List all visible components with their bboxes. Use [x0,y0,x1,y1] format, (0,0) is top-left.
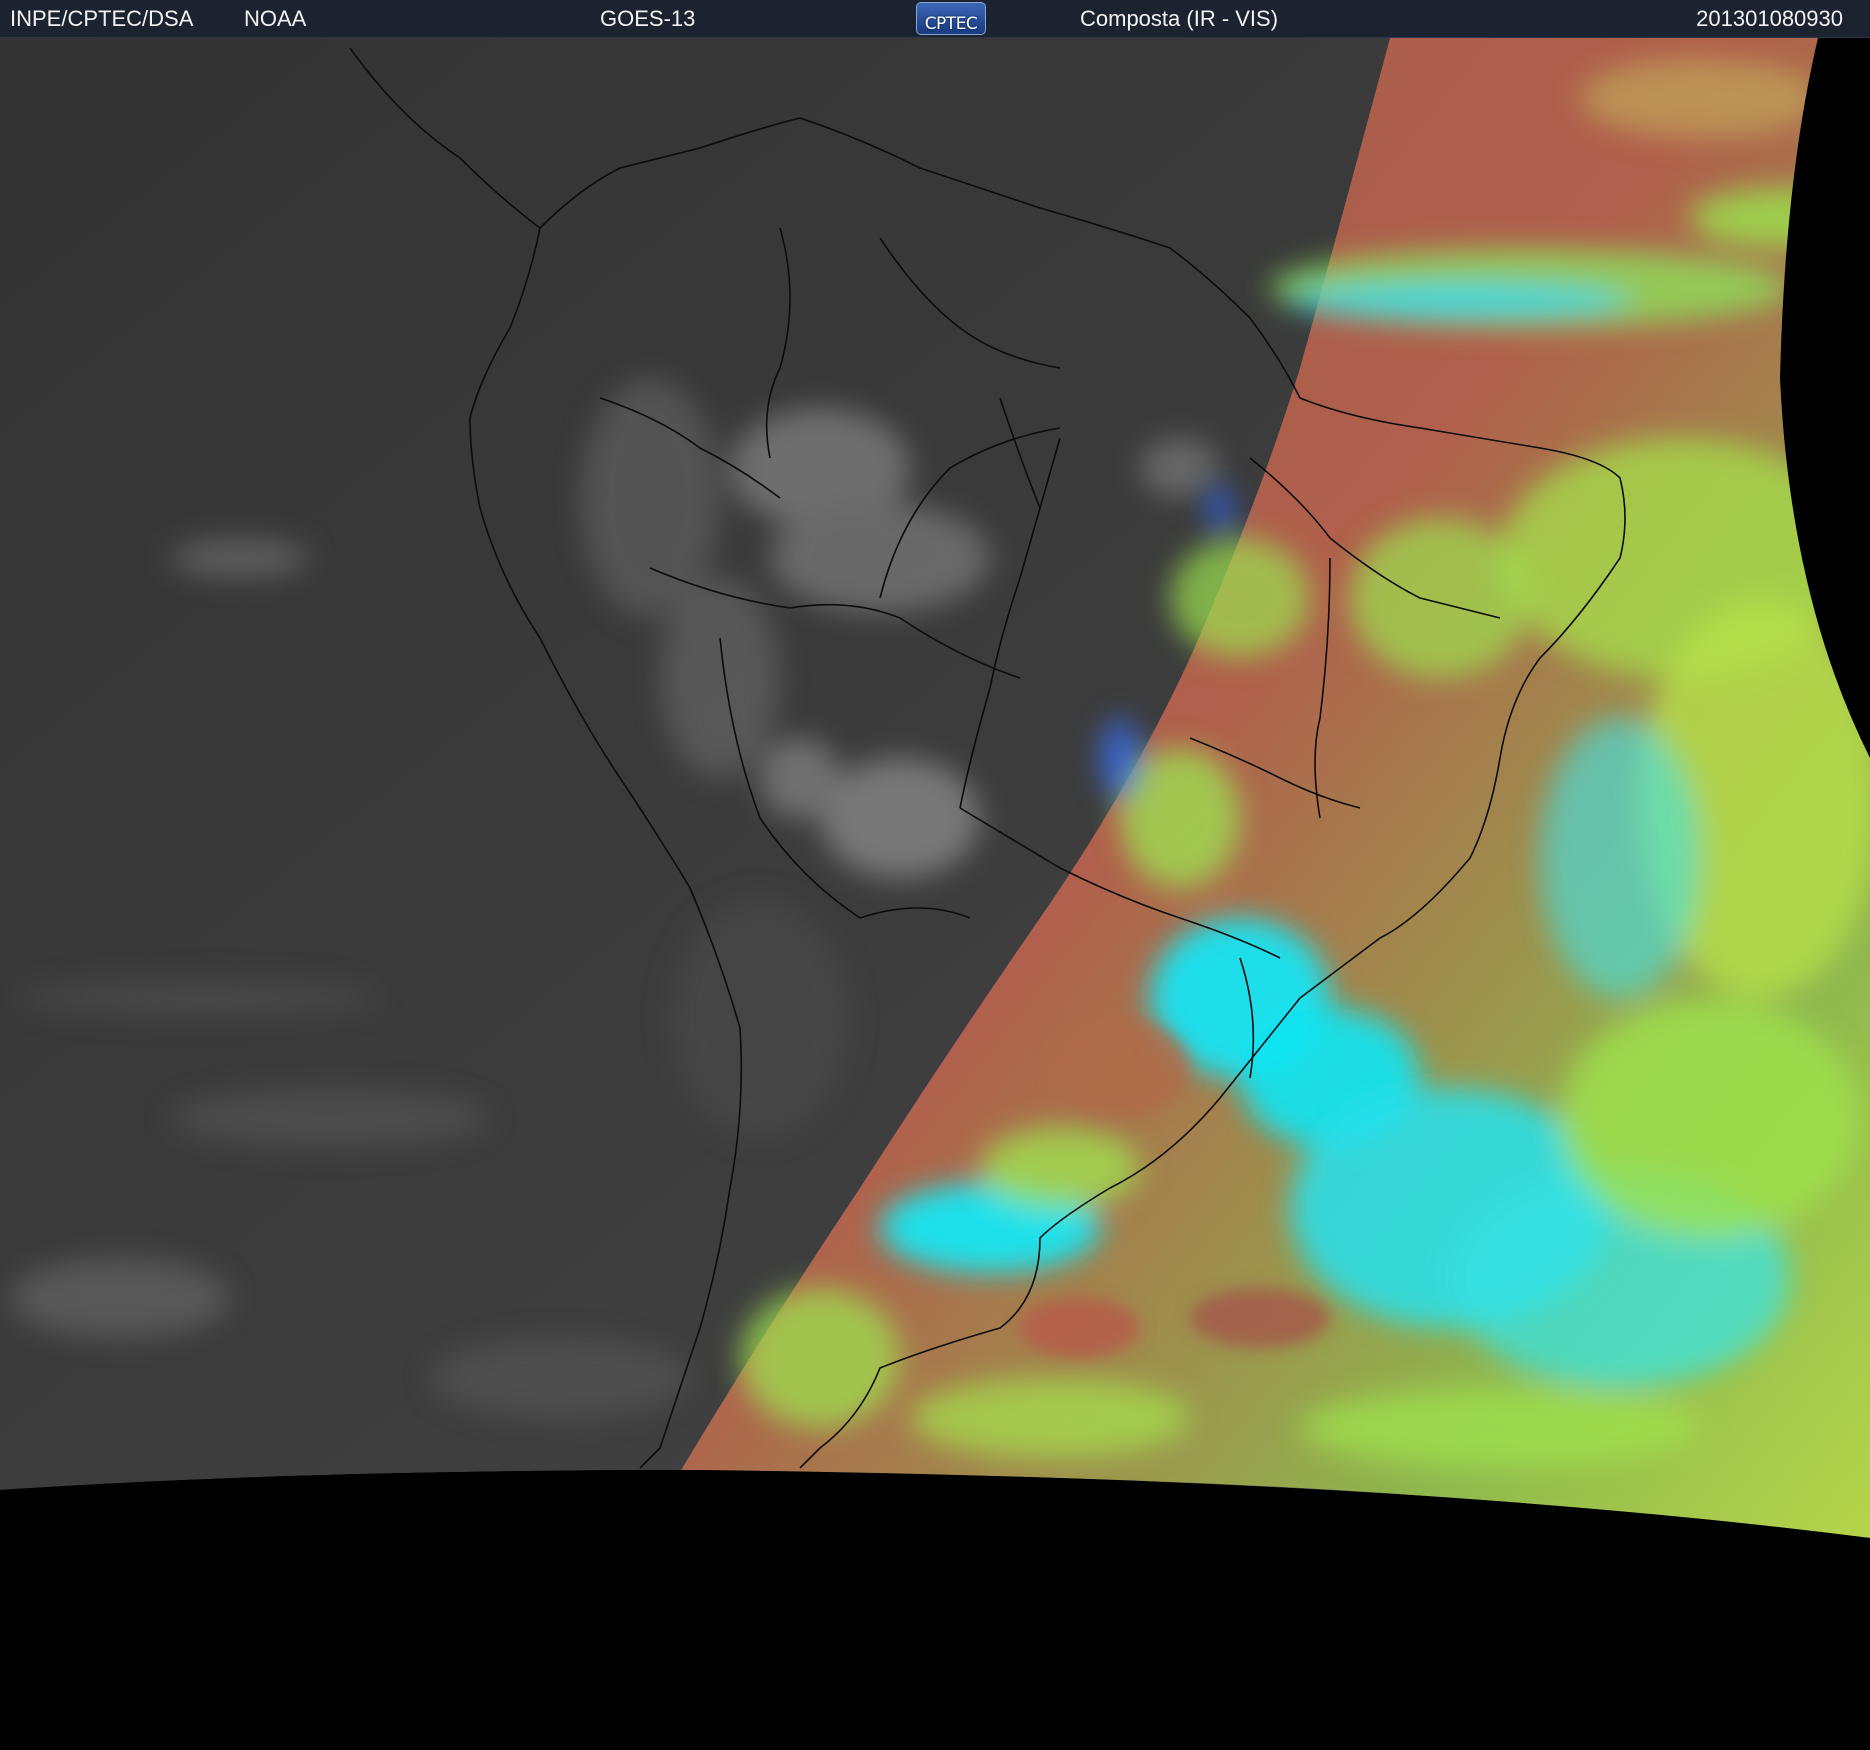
logo-text: CPTEC [924,14,978,34]
image-header-bar: INPE/CPTEC/DSA NOAA GOES-13 CPTEC Compos… [0,0,1870,38]
earth-disc [0,38,1870,1750]
product-label: Composta (IR - VIS) [1080,6,1279,31]
organization-label: INPE/CPTEC/DSA [10,6,194,31]
agency-label: NOAA [244,6,307,31]
satellite-image [0,38,1870,1750]
timestamp-label: 201301080930 [1696,6,1843,31]
satellite-label: GOES-13 [600,6,696,31]
cptec-logo-icon: CPTEC [916,2,986,35]
space-bottom [0,1470,1870,1750]
